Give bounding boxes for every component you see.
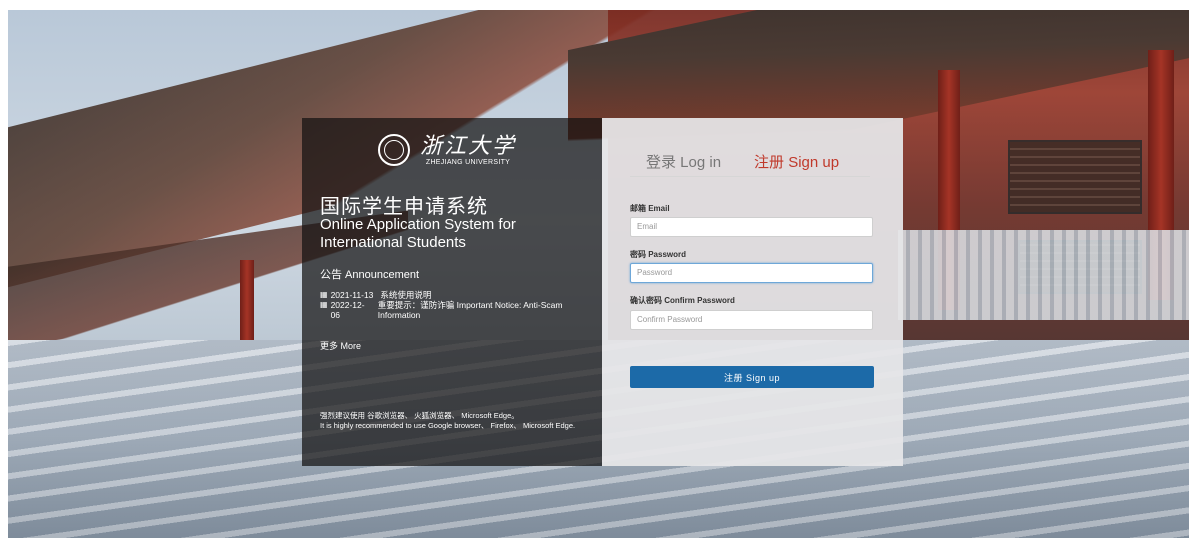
auth-tabs: 登录 Log in 注册 Sign up — [646, 151, 839, 172]
confirm-password-field[interactable]: Confirm Password — [630, 310, 873, 330]
announcement-text: 重要提示：谨防诈骗 Important Notice: Anti-Scam In… — [377, 300, 563, 320]
password-label: 密码 Password — [630, 250, 687, 259]
recommendation-cn: 强烈建议使用 谷歌浏览器、 火狐浏览器、 Microsoft Edge。 — [320, 411, 519, 420]
university-seal-icon — [378, 134, 410, 166]
recommendation-en: It is highly recommended to use Google b… — [320, 421, 576, 430]
calendar-icon: ▦ — [320, 290, 328, 299]
system-title-en-line1: Online Application System for — [320, 216, 516, 233]
announcement-item[interactable]: ▦ 2022-12-06 重要提示：谨防诈骗 Important Notice:… — [320, 300, 590, 320]
signup-form: 登录 Log in 注册 Sign up 邮箱 Email Email 密码 P… — [602, 118, 903, 466]
announcement-list: ▦ 2021-11-13 系统使用说明 ▦ 2022-12-06 重要提示：谨防… — [320, 290, 590, 320]
application-panel: 浙江大学 ZHEJIANG UNIVERSITY 国际学生申请系统 Online… — [302, 118, 903, 466]
email-label: 邮箱 Email — [630, 204, 670, 213]
more-link[interactable]: 更多 More — [320, 339, 361, 352]
logo-text: 浙江大学 ZHEJIANG UNIVERSITY — [420, 133, 517, 166]
calendar-icon: ▦ — [320, 300, 328, 309]
announcement-date: 2022-12-06 — [330, 300, 365, 320]
browser-recommendation: 强烈建议使用 谷歌浏览器、 火狐浏览器、 Microsoft Edge。 It … — [320, 411, 580, 431]
tab-divider — [630, 176, 870, 177]
confirm-password-label: 确认密码 Confirm Password — [630, 296, 735, 305]
system-title-cn: 国际学生申请系统 — [320, 196, 488, 218]
announcement-item[interactable]: ▦ 2021-11-13 系统使用说明 — [320, 290, 590, 300]
announcement-text: 系统使用说明 — [380, 290, 432, 300]
signup-button[interactable]: 注册 Sign up — [630, 366, 874, 388]
intro-section: 浙江大学 ZHEJIANG UNIVERSITY 国际学生申请系统 Online… — [302, 118, 602, 466]
announcement-date: 2021-11-13 — [330, 290, 374, 300]
email-field[interactable]: Email — [630, 217, 873, 237]
system-title-en-line2: International Students — [320, 234, 466, 251]
announcement-heading: 公告 Announcement — [320, 269, 420, 281]
logo-english: ZHEJIANG UNIVERSITY — [425, 158, 511, 166]
tab-signup[interactable]: 注册 Sign up — [754, 151, 839, 172]
university-logo: 浙江大学 ZHEJIANG UNIVERSITY — [378, 134, 516, 166]
password-field[interactable]: Password — [630, 263, 873, 283]
stone-railing — [898, 230, 1189, 320]
window — [1008, 140, 1142, 214]
tab-login[interactable]: 登录 Log in — [646, 151, 721, 172]
logo-chinese: 浙江大学 — [420, 133, 517, 159]
